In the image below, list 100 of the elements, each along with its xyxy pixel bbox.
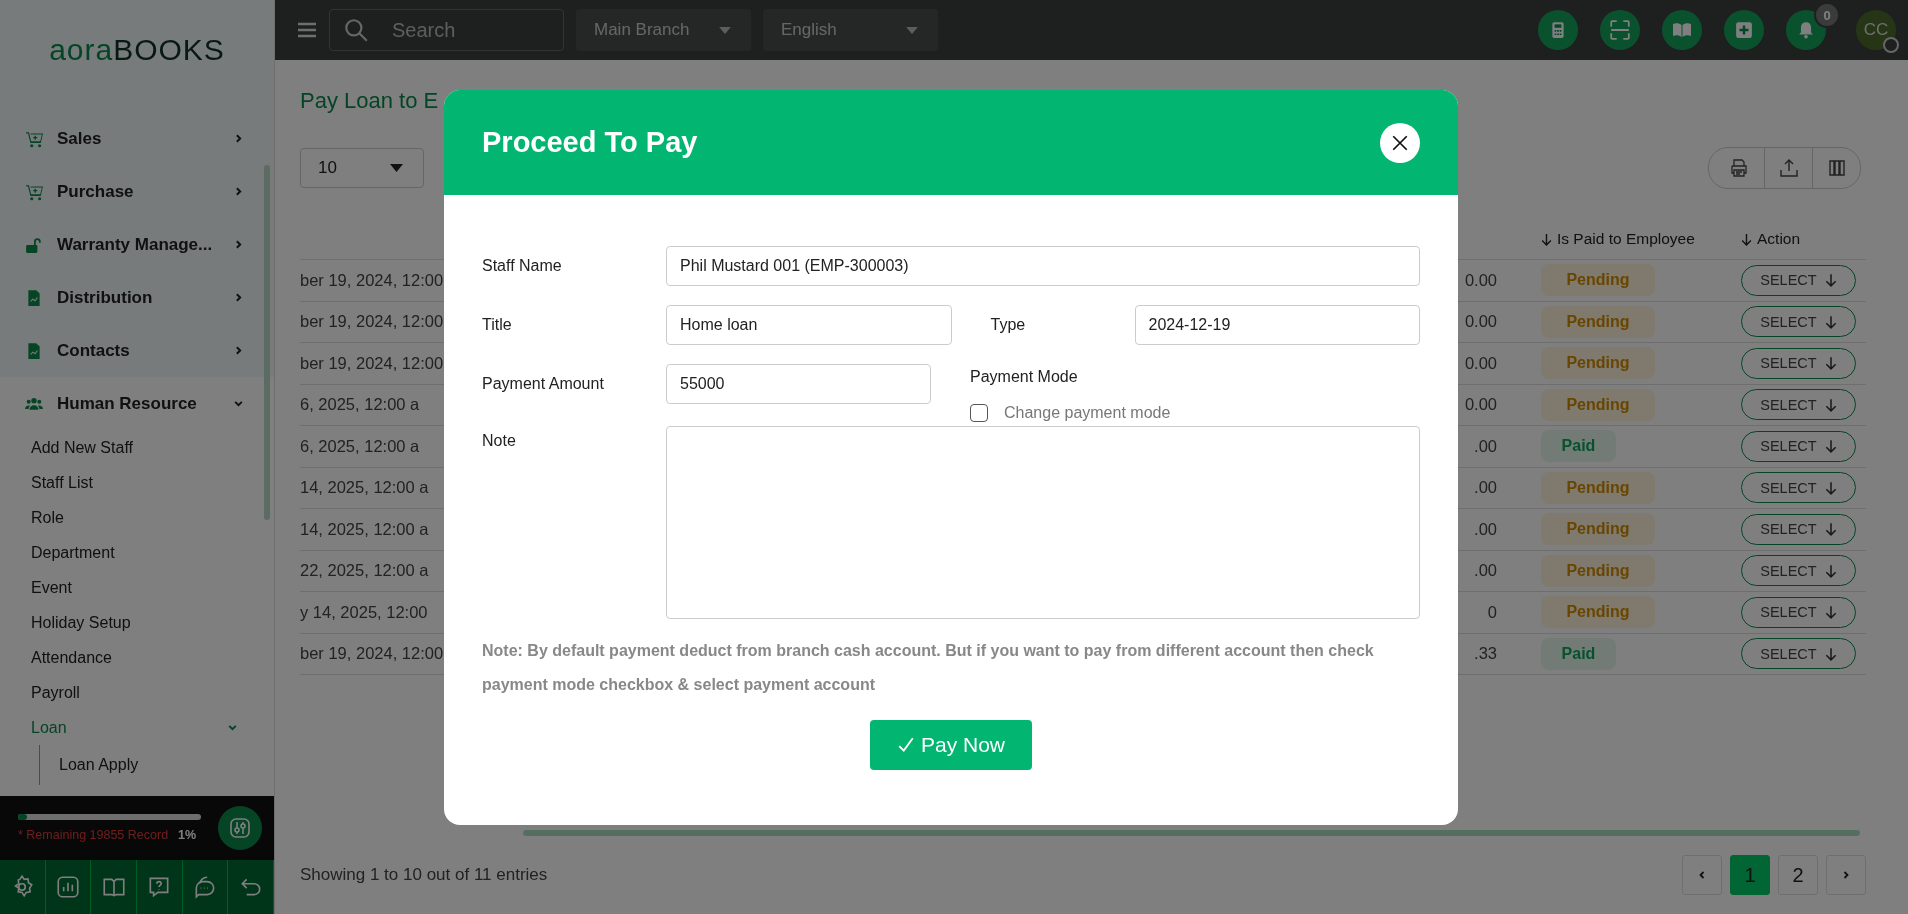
submenu-item[interactable]: Staff List: [31, 465, 238, 500]
select-button[interactable]: SELECT: [1741, 264, 1856, 296]
cart-icon: [25, 182, 43, 201]
input-field[interactable]: Home loan: [666, 305, 952, 345]
select-button[interactable]: SELECT: [1741, 472, 1856, 504]
field-label: Title: [482, 316, 513, 334]
remaining-records: * Remaining 19855 Record: [18, 828, 169, 842]
select-button[interactable]: SELECT: [1741, 347, 1856, 379]
arrow-down-icon: [1824, 397, 1837, 412]
arrow-down-icon: [1824, 314, 1837, 329]
unlock-icon: [25, 235, 43, 254]
page-title: Pay Loan to E: [300, 88, 440, 115]
scan-button[interactable]: [1600, 10, 1640, 50]
add-button[interactable]: [1724, 10, 1764, 50]
table-cell-text: ber 19, 2024, 12:00: [300, 353, 445, 373]
table-cell-text: 0.00: [1463, 395, 1498, 415]
checkbox-label[interactable]: Change payment mode: [1004, 404, 1171, 422]
submenu-item[interactable]: Loan Apply: [39, 745, 238, 785]
select-button[interactable]: SELECT: [1741, 555, 1856, 587]
scrollbar[interactable]: [523, 830, 1860, 836]
select-button[interactable]: SELECT: [1741, 596, 1856, 628]
submenu-item[interactable]: Attendance: [31, 640, 238, 675]
table-cell-text: 6, 2025, 12:00 a: [300, 395, 421, 415]
menu-item[interactable]: Purchase: [0, 165, 274, 218]
field-label: Type: [989, 316, 1027, 334]
submenu-item[interactable]: Role: [31, 500, 238, 535]
table-cell-text: ber 19, 2024, 12:00: [300, 312, 445, 332]
menu-item[interactable]: Sales: [0, 100, 274, 165]
table-cell-text: 14, 2025, 12:00 a: [300, 478, 430, 498]
scan-icon: [1609, 19, 1631, 41]
select-button[interactable]: SELECT: [1741, 306, 1856, 338]
page-size-dropdown[interactable]: 10: [300, 148, 424, 188]
notifications-button[interactable]: [1786, 10, 1826, 50]
submenu-item[interactable]: Add New Staff: [31, 430, 238, 465]
table-cell-text: ber 19, 2024, 12:00: [300, 644, 445, 664]
table-cell-text: 0.00: [1463, 353, 1498, 373]
pay-now-button[interactable]: Pay Now: [870, 720, 1032, 770]
book-button[interactable]: [1662, 10, 1702, 50]
modal-title: Proceed To Pay: [482, 126, 698, 159]
calculator-button[interactable]: [1538, 10, 1578, 50]
document-icon: [25, 341, 43, 360]
user-avatar[interactable]: CC: [1856, 10, 1896, 50]
table-cell-text: .00: [1473, 561, 1498, 581]
field-label: Payment Amount: [482, 374, 605, 394]
input-field[interactable]: 55000: [666, 364, 931, 404]
table-cell-text: 0.00: [1463, 270, 1498, 290]
book-icon: [1672, 20, 1692, 40]
menu-button[interactable]: [297, 22, 317, 38]
arrow-down-icon: [1824, 480, 1837, 495]
select-button[interactable]: SELECT: [1741, 389, 1856, 421]
status-indicator: [1883, 37, 1899, 53]
select-button[interactable]: SELECT: [1741, 638, 1856, 670]
status-tag: Paid: [1541, 430, 1616, 463]
close-icon: [1391, 133, 1409, 152]
sliders-button[interactable]: [218, 806, 262, 850]
sort-arrow-icon: [1541, 232, 1552, 246]
submenu-item[interactable]: Department: [31, 535, 238, 570]
select-button[interactable]: SELECT: [1741, 430, 1856, 462]
field-label: Note: [482, 431, 517, 450]
column-header[interactable]: Is Paid to Employee: [1541, 230, 1741, 248]
print-icon: [1728, 158, 1749, 178]
status-tag: Pending: [1541, 264, 1655, 297]
caret-icon: [719, 26, 731, 34]
status-tag: Paid: [1541, 637, 1616, 670]
table-cell-text: ber 19, 2024, 12:00: [300, 270, 445, 290]
caret-icon: [390, 164, 403, 172]
chevron-right-icon: [1841, 870, 1851, 880]
submenu-item[interactable]: Payroll: [31, 675, 238, 710]
submenu-item[interactable]: Loan: [31, 710, 238, 745]
status-tag: Pending: [1541, 554, 1655, 587]
add-icon: [1735, 21, 1753, 39]
table-cell-text: .00: [1473, 436, 1498, 456]
submenu-item[interactable]: Holiday Setup: [31, 605, 238, 640]
page-button[interactable]: 1: [1730, 855, 1770, 895]
menu-item[interactable]: Warranty Manage...: [0, 218, 274, 271]
menu-item[interactable]: Contacts: [0, 324, 274, 377]
chart-icon: [55, 874, 81, 900]
status-tag: Pending: [1541, 471, 1655, 504]
search-icon: [343, 17, 369, 43]
status-tag: Pending: [1541, 388, 1655, 421]
table-cell-text: 0: [1486, 602, 1498, 622]
menu-item[interactable]: Distribution: [0, 271, 274, 324]
entries-summary: Showing 1 to 10 out of 11 entries: [300, 865, 548, 885]
select-button[interactable]: SELECT: [1741, 513, 1856, 545]
note-field[interactable]: [666, 426, 1420, 619]
usage-percent: 1%: [178, 828, 197, 842]
arrow-down-icon: [1824, 563, 1837, 578]
column-header[interactable]: Action: [1741, 230, 1866, 248]
language-dropdown[interactable]: English: [763, 9, 938, 51]
close-button[interactable]: [1380, 122, 1420, 163]
table-cell-text: 6, 2025, 12:00 a: [300, 436, 421, 456]
scrollbar[interactable]: [264, 165, 270, 520]
submenu-item[interactable]: Event: [31, 570, 238, 605]
branch-dropdown[interactable]: Main Branch: [576, 9, 751, 51]
input-field[interactable]: 2024-12-19: [1134, 305, 1420, 345]
page-button[interactable]: 2: [1778, 855, 1818, 895]
input-field[interactable]: Phil Mustard 001 (EMP-300003): [666, 246, 1420, 286]
search-field[interactable]: Search: [329, 9, 564, 51]
checkbox[interactable]: [970, 404, 988, 422]
logo: aoraBOOKS: [0, 0, 274, 100]
